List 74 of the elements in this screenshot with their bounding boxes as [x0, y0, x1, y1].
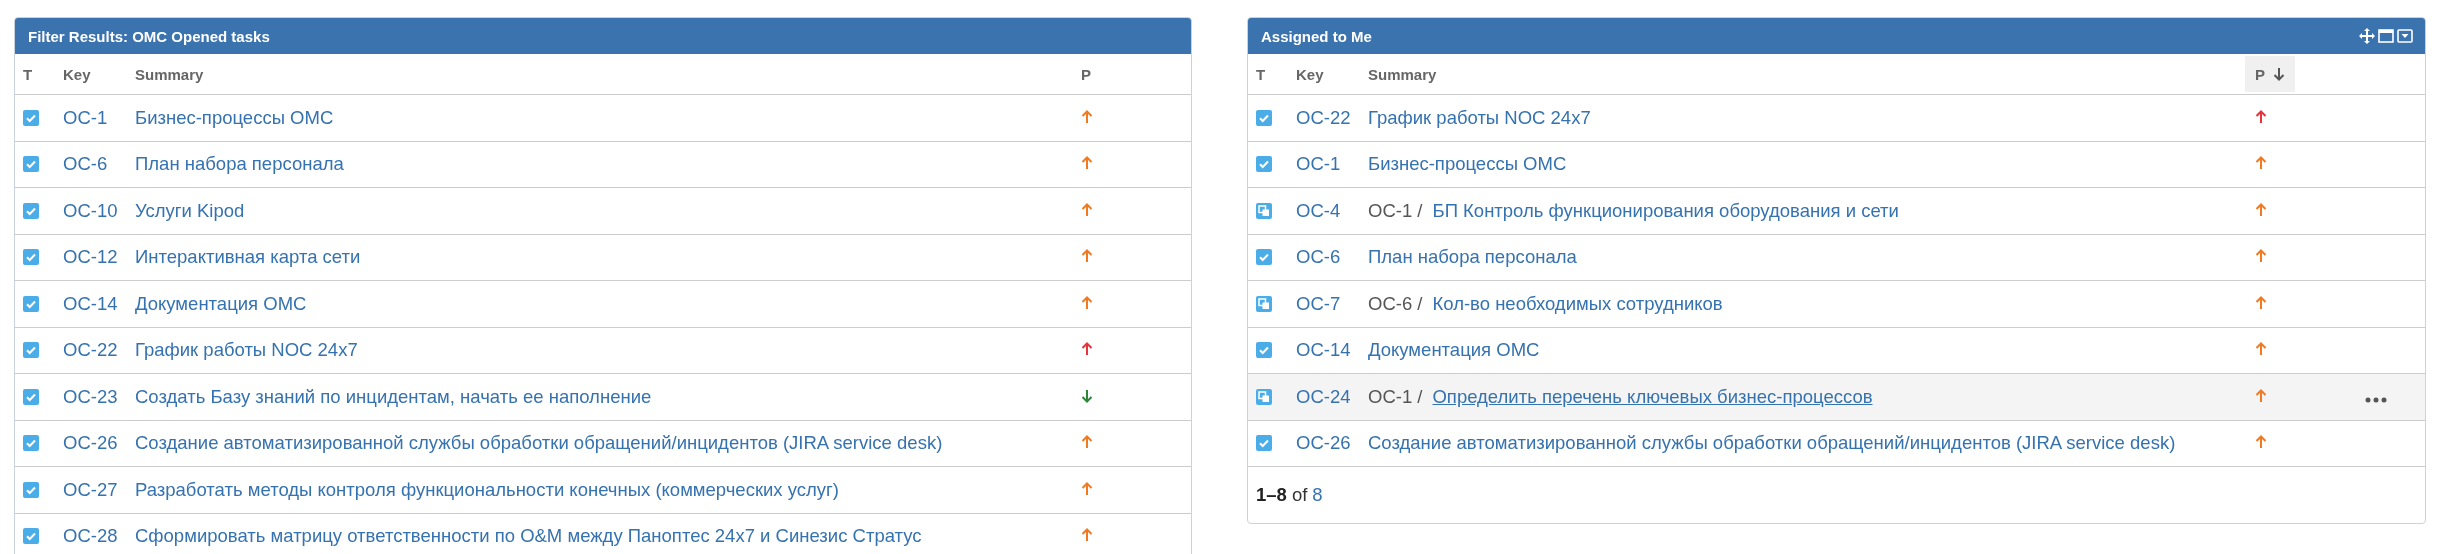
column-header[interactable]: Summary: [135, 56, 204, 92]
gadget-title: Assigned to Me: [1261, 27, 1372, 45]
issue-key-link[interactable]: OC-10: [63, 199, 118, 221]
sort-down-icon: [2273, 67, 2285, 81]
summary-link[interactable]: График работы NOC 24x7: [135, 339, 358, 361]
issue-key-link[interactable]: OC-22: [1296, 106, 1351, 128]
issue-key-link[interactable]: OC-1: [63, 106, 108, 128]
summary-link[interactable]: Кол-во необходимых сотрудников: [1432, 292, 1723, 314]
column-header[interactable]: Key: [63, 56, 91, 92]
task-type-icon: [1256, 342, 1272, 359]
dropdown-icon[interactable]: [2397, 29, 2413, 43]
issue-key-link[interactable]: OC-27: [63, 478, 118, 500]
parent-key-link[interactable]: OC-1 /: [1368, 199, 1423, 221]
issue-key-link[interactable]: OC-22: [63, 339, 118, 361]
issue-key-link[interactable]: OC-4: [1296, 199, 1341, 221]
issue-key-link[interactable]: OC-1: [1296, 153, 1341, 175]
summary-link[interactable]: План набора персонала: [135, 153, 344, 175]
issue-key-link[interactable]: OC-28: [63, 525, 118, 547]
summary-link[interactable]: Сформировать матрицу ответственности по O&M между Паноптес 24x7 и Синезис Стратус: [135, 525, 922, 547]
summary-link[interactable]: План набора персонала: [1368, 246, 1577, 268]
issue-key-link[interactable]: OC-6: [63, 153, 108, 175]
task-type-icon: [1256, 109, 1272, 126]
task-type-icon: [23, 435, 39, 452]
issue-key-link[interactable]: OC-23: [63, 385, 118, 407]
summary-link[interactable]: Документация OMC: [1368, 339, 1540, 361]
issue-key-link[interactable]: OC-12: [63, 246, 118, 268]
move-icon[interactable]: [2359, 28, 2375, 44]
summary-link[interactable]: Создать Базу знаний по инцидентам, начать ее наполнение: [135, 385, 652, 407]
column-header[interactable]: T: [1256, 56, 1266, 92]
task-type-icon: [1256, 249, 1272, 266]
summary-link[interactable]: Бизнес-процессы OMC: [1368, 153, 1567, 175]
summary-link[interactable]: Разработать методы контроля функциональности конечных (коммерческих услуг): [135, 478, 839, 500]
summary-link[interactable]: Документация OMC: [135, 292, 307, 314]
more-icon[interactable]: [2365, 396, 2387, 403]
total-count-link[interactable]: 8: [1312, 484, 1323, 506]
column-header[interactable]: P: [2245, 56, 2295, 92]
parent-key-link[interactable]: OC-1 /: [1368, 385, 1423, 407]
task-type-icon: [1256, 435, 1272, 452]
parent-key-link[interactable]: OC-6 /: [1368, 292, 1423, 314]
page-range: 1–8: [1256, 484, 1287, 506]
summary-link[interactable]: БП Контроль функционирования оборудования и сети: [1432, 199, 1899, 221]
issue-key-link[interactable]: OC-26: [1296, 432, 1351, 454]
task-type-icon: [1256, 156, 1272, 173]
task-type-icon: [23, 109, 39, 126]
issue-key-link[interactable]: OC-14: [1296, 339, 1351, 361]
summary-link[interactable]: Создание автоматизированной службы обработки обращений/инцидентов (JIRA service desk): [1368, 432, 2176, 454]
task-type-icon: [23, 295, 39, 312]
issue-key-link[interactable]: OC-26: [63, 432, 118, 454]
column-header[interactable]: Key: [1296, 56, 1324, 92]
issue-key-link[interactable]: OC-6: [1296, 246, 1341, 268]
task-type-icon: [23, 388, 39, 405]
task-type-icon: [23, 342, 39, 359]
subtask-type-icon: [1256, 295, 1272, 312]
task-type-icon: [23, 202, 39, 219]
issue-key-link[interactable]: OC-14: [63, 292, 118, 314]
summary-link[interactable]: Создание автоматизированной службы обработки обращений/инцидентов (JIRA service desk): [135, 432, 943, 454]
summary-link[interactable]: Определить перечень ключевых бизнес-процессов: [1432, 385, 1873, 407]
subtask-type-icon: [1256, 388, 1272, 405]
maximize-icon[interactable]: [2378, 29, 2394, 43]
summary-link[interactable]: Услуги Kipod: [135, 199, 245, 221]
task-type-icon: [23, 528, 39, 545]
column-header[interactable]: T: [23, 56, 33, 92]
summary-link[interactable]: Интерактивная карта сети: [135, 246, 361, 268]
task-type-icon: [23, 481, 39, 498]
column-header[interactable]: P: [1081, 56, 1091, 92]
task-type-icon: [23, 156, 39, 173]
subtask-type-icon: [1256, 202, 1272, 219]
summary-link[interactable]: Бизнес-процессы OMC: [135, 106, 334, 128]
page-of: of: [1291, 484, 1308, 506]
summary-link[interactable]: График работы NOC 24x7: [1368, 106, 1591, 128]
column-header[interactable]: Summary: [1368, 56, 1437, 92]
task-type-icon: [23, 249, 39, 266]
issue-key-link[interactable]: OC-7: [1296, 292, 1341, 314]
gadget-title: Filter Results: OMC Opened tasks: [28, 27, 270, 45]
